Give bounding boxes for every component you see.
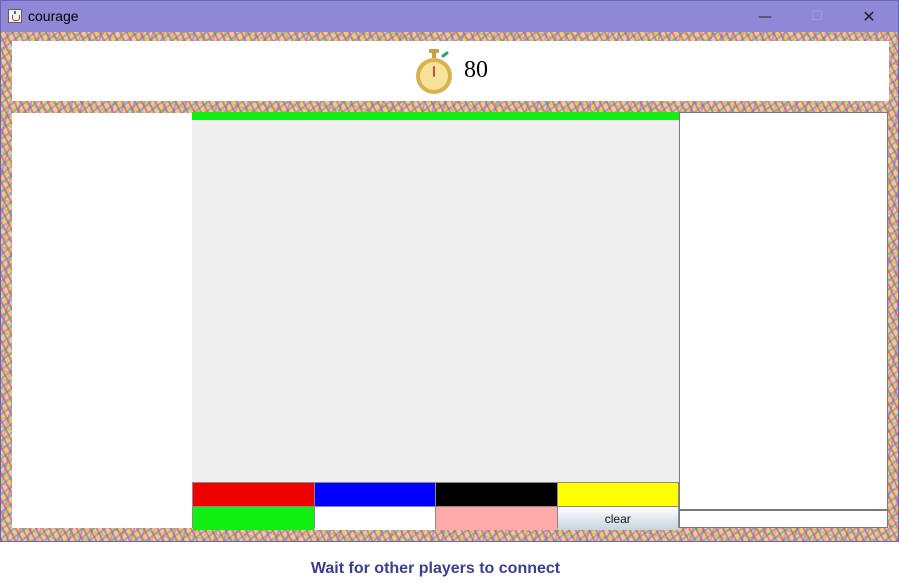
chat-input[interactable]	[679, 510, 888, 528]
drawing-canvas[interactable]	[192, 112, 679, 528]
color-swatch-yellow[interactable]	[557, 483, 678, 506]
close-button[interactable]: ✕	[846, 1, 892, 32]
round-progress-fill	[192, 112, 679, 120]
minimize-button[interactable]: —	[742, 1, 788, 32]
color-swatch-pink[interactable]	[436, 507, 557, 530]
chat-panel	[679, 112, 888, 510]
players-panel	[12, 113, 192, 528]
title-bar[interactable]: courage — ☐ ✕	[1, 1, 898, 32]
decorative-frame: 80 clear	[1, 32, 898, 541]
game-window: courage — ☐ ✕ 80 clear	[0, 0, 899, 542]
status-message: Wait for other players to connect	[310, 560, 561, 577]
color-swatch-black[interactable]	[436, 483, 557, 506]
color-swatch-white[interactable]	[314, 507, 435, 530]
java-cup-icon	[8, 9, 22, 23]
round-progress-bar	[192, 112, 679, 120]
window-title: courage	[28, 8, 79, 24]
clear-button[interactable]: clear	[557, 507, 678, 530]
color-swatch-green[interactable]	[193, 507, 314, 530]
timer-panel: 80	[12, 41, 889, 101]
timer-value: 80	[464, 57, 488, 83]
color-palette: clear	[192, 482, 679, 530]
color-swatch-blue[interactable]	[314, 483, 435, 506]
stopwatch-icon	[416, 49, 452, 94]
color-swatch-red[interactable]	[193, 483, 314, 506]
maximize-button[interactable]: ☐	[794, 1, 840, 32]
